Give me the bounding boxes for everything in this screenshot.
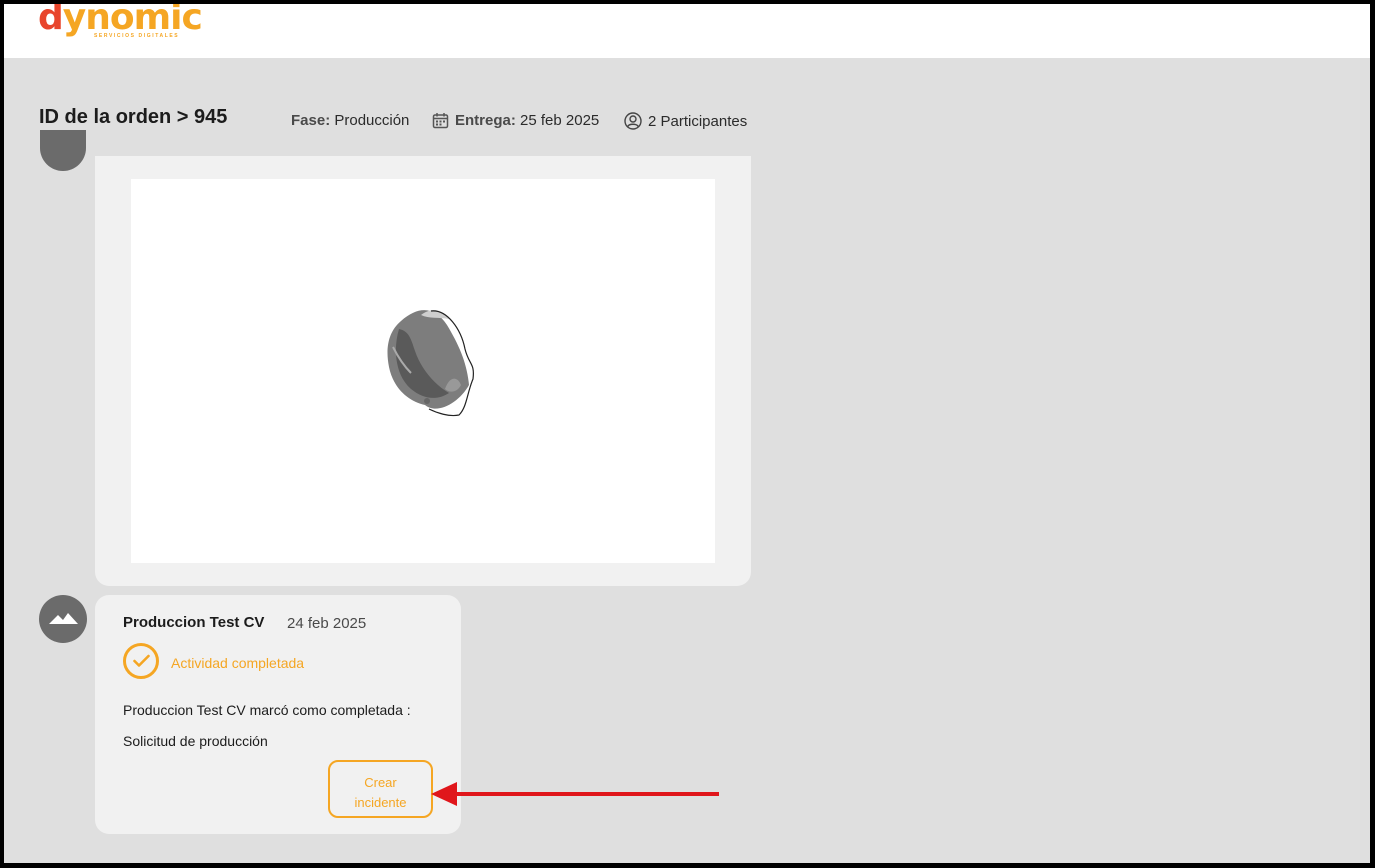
3d-model-render [387,310,474,417]
phase-value: Producción [334,112,410,129]
dynomic-logo[interactable]: dynomic SERVICIOS DIGITALES [38,4,203,44]
activity-status: Actividad completada [171,655,305,671]
check-circle-icon [123,643,159,679]
app-window: dynomic SERVICIOS DIGITALES ID de la ord… [4,4,1370,863]
activity-description: Produccion Test CV marcó como completada… [123,702,411,718]
participants-count: 2 Participantes [648,113,748,130]
activity-author: Produccion Test CV [123,614,265,631]
participants-info[interactable]: 2 Participantes [624,112,747,130]
delivery-value: 25 feb 2025 [520,112,600,129]
phase-label: Fase: [291,112,331,129]
activity-target: Solicitud de producción [123,733,268,749]
top-bar: dynomic SERVICIOS DIGITALES [4,4,1370,58]
avatar [39,595,87,643]
model-preview-image[interactable] [131,179,715,563]
image-message-card [95,156,751,586]
red-arrow-icon [431,782,719,806]
activity-card: Produccion Test CV 24 feb 2025 Actividad… [95,595,461,834]
page-title: ID de la orden > 945 [39,106,228,128]
create-incident-label-line1: Crear [364,775,397,790]
avatar [40,130,86,171]
order-header: ID de la orden > 945 Fase: Producción En… [4,104,804,140]
create-incident-button[interactable]: Crear incidente [328,760,433,818]
mountain-icon [49,613,78,624]
delivery-label: Entrega: [455,112,516,129]
delivery-info: Entrega: 25 feb 2025 [432,112,599,129]
activity-date: 24 feb 2025 [287,615,367,632]
logo-tagline: SERVICIOS DIGITALES [94,33,180,39]
create-incident-label-line2: incidente [354,795,407,810]
phase-info: Fase: Producción [291,112,409,129]
calendar-icon [432,113,449,129]
user-circle-icon [624,112,642,130]
